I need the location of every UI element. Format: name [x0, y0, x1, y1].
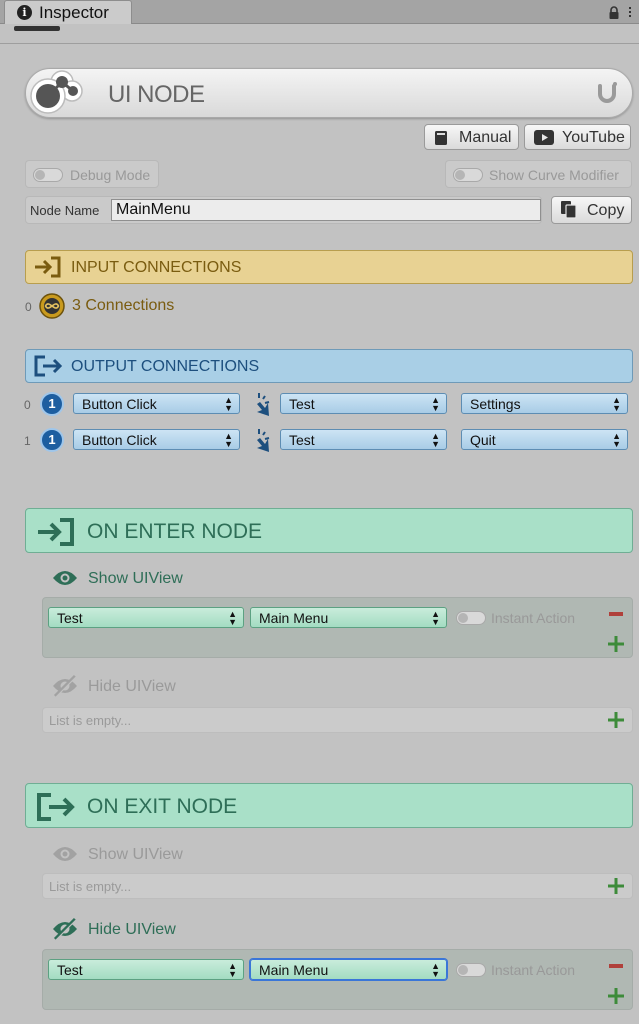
- add-item-button[interactable]: [608, 712, 624, 728]
- doozy-u-icon: [598, 82, 617, 103]
- on-exit-show-uiview-title: Show UIView: [88, 846, 183, 863]
- on-enter-node-title: ON ENTER NODE: [87, 520, 263, 543]
- manual-button[interactable]: Manual: [424, 124, 519, 150]
- debug-mode-switch[interactable]: [33, 168, 63, 182]
- dropdown-arrow-icon: ▲ ▼: [224, 395, 233, 413]
- uiview-name-dropdown[interactable]: Main Menu ▲ ▼: [250, 607, 447, 628]
- book-icon: [435, 131, 447, 145]
- connection-number-badge: 1: [40, 428, 64, 452]
- drag-handle[interactable]: [14, 26, 60, 31]
- dropdown-arrow-icon: ▲ ▼: [612, 431, 621, 449]
- on-enter-hide-uiview-title: Hide UIView: [88, 678, 176, 695]
- on-enter-node-header[interactable]: ON ENTER NODE: [25, 508, 633, 553]
- header-title: UI NODE: [108, 81, 205, 108]
- curve-modifier-label: Show Curve Modifier: [489, 167, 619, 183]
- uiview-category-dropdown[interactable]: Test ▲ ▼: [48, 607, 244, 628]
- infinity-icon: [39, 293, 65, 319]
- on-enter-show-uiview-title: Show UIView: [88, 570, 183, 587]
- youtube-label: YouTube: [562, 129, 625, 146]
- more-options-icon[interactable]: [626, 5, 634, 19]
- copy-icon: [561, 201, 577, 219]
- curve-modifier-switch[interactable]: [453, 168, 483, 182]
- youtube-icon: [534, 130, 554, 145]
- on-exit-node-title: ON EXIT NODE: [87, 795, 238, 818]
- target-dropdown[interactable]: Quit ▲ ▼: [461, 429, 628, 450]
- ui-node-header: UI NODE: [25, 68, 633, 118]
- output-connections-title: OUTPUT CONNECTIONS: [71, 358, 260, 375]
- uiview-name-dropdown[interactable]: Main Menu ▲ ▼: [250, 959, 447, 980]
- dropdown-arrow-icon: ▲ ▼: [431, 961, 440, 979]
- input-index: 0: [25, 300, 32, 314]
- on-enter-hide-list: List is empty...: [42, 707, 633, 733]
- dropdown-arrow-icon: ▲ ▼: [612, 395, 621, 413]
- manual-label: Manual: [459, 129, 512, 146]
- pointer-click-icon: [257, 393, 270, 416]
- instant-action-label: Instant Action: [491, 610, 576, 626]
- input-connections-count: 3 Connections: [72, 297, 175, 314]
- trigger-dropdown[interactable]: Button Click ▲ ▼: [73, 393, 240, 414]
- trigger-dropdown[interactable]: Button Click ▲ ▼: [73, 429, 240, 450]
- list-empty-text: List is empty...: [49, 713, 132, 728]
- eye-slash-icon: [53, 917, 77, 941]
- debug-mode-toggle[interactable]: Debug Mode: [25, 160, 159, 188]
- remove-item-button[interactable]: [609, 612, 623, 616]
- output-row-index: 0: [24, 398, 31, 412]
- youtube-button[interactable]: YouTube: [524, 124, 631, 150]
- add-item-button[interactable]: [608, 878, 624, 894]
- eye-icon: [53, 571, 77, 585]
- eye-slash-icon: [53, 674, 77, 698]
- sign-out-icon: [37, 793, 75, 821]
- dropdown-arrow-icon: ▲ ▼: [431, 431, 440, 449]
- on-exit-node-header[interactable]: ON EXIT NODE: [25, 783, 633, 828]
- dropdown-arrow-icon: ▲ ▼: [431, 609, 440, 627]
- list-empty-text: List is empty...: [49, 879, 132, 894]
- instant-action-switch[interactable]: [456, 963, 486, 977]
- node-name-input[interactable]: MainMenu: [111, 199, 541, 221]
- add-item-button[interactable]: [608, 636, 624, 652]
- input-connections-title: INPUT CONNECTIONS: [71, 259, 242, 276]
- instant-action-label: Instant Action: [491, 962, 576, 978]
- dropdown-arrow-icon: ▲ ▼: [431, 395, 440, 413]
- tab-inspector[interactable]: i Inspector: [4, 0, 132, 24]
- debug-mode-label: Debug Mode: [70, 167, 151, 183]
- target-dropdown[interactable]: Settings ▲ ▼: [461, 393, 628, 414]
- connection-number-badge: 1: [40, 392, 64, 416]
- divider: [0, 43, 639, 44]
- eye-icon: [53, 847, 77, 861]
- dropdown-arrow-icon: ▲ ▼: [224, 431, 233, 449]
- output-row-index: 1: [24, 434, 31, 448]
- ui-node-logo-icon: [30, 70, 83, 114]
- pointer-click-icon: [257, 429, 270, 452]
- sign-in-icon: [38, 518, 74, 546]
- copy-button[interactable]: Copy: [551, 196, 632, 224]
- remove-item-button[interactable]: [609, 964, 623, 968]
- sign-out-icon: [34, 355, 63, 377]
- input-connections-header[interactable]: INPUT CONNECTIONS: [25, 250, 633, 284]
- curve-modifier-toggle[interactable]: Show Curve Modifier: [445, 160, 632, 188]
- instant-action-switch[interactable]: [456, 611, 486, 625]
- tab-label: Inspector: [39, 3, 109, 22]
- on-exit-show-list: List is empty...: [42, 873, 633, 899]
- copy-label: Copy: [587, 202, 625, 219]
- category-dropdown[interactable]: Test ▲ ▼: [280, 429, 447, 450]
- tab-bar: i Inspector: [0, 0, 639, 24]
- uiview-category-dropdown[interactable]: Test ▲ ▼: [48, 959, 244, 980]
- lock-icon[interactable]: [608, 6, 620, 19]
- category-dropdown[interactable]: Test ▲ ▼: [280, 393, 447, 414]
- output-connections-header[interactable]: OUTPUT CONNECTIONS: [25, 349, 633, 383]
- node-name-label: Node Name: [30, 203, 100, 218]
- dropdown-arrow-icon: ▲ ▼: [228, 961, 237, 979]
- sign-in-icon: [35, 256, 61, 278]
- dropdown-arrow-icon: ▲ ▼: [228, 609, 237, 627]
- add-item-button[interactable]: [608, 988, 624, 1004]
- on-exit-hide-uiview-title: Hide UIView: [88, 921, 176, 938]
- info-icon: i: [17, 5, 32, 20]
